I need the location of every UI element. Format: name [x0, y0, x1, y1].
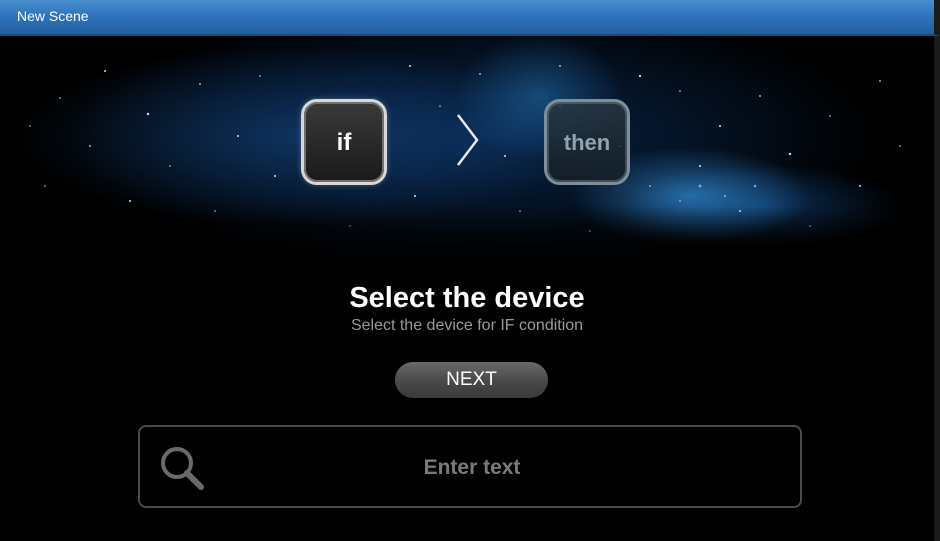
window-edge — [934, 36, 940, 541]
then-step[interactable]: then — [544, 99, 630, 185]
then-step-label: then — [563, 130, 611, 155]
space-banner: if then — [0, 36, 934, 276]
new-scene-window: New Scene if then Select the device Sele… — [0, 0, 940, 541]
chevron-right-icon — [457, 114, 479, 166]
window-title: New Scene — [17, 8, 89, 24]
page-title: Select the device — [349, 282, 585, 314]
next-button[interactable]: NEXT — [395, 362, 548, 398]
if-step-label: if — [336, 129, 352, 156]
page-subtitle: Select the device for IF condition — [350, 317, 584, 334]
search-box[interactable] — [138, 425, 802, 508]
search-icon — [161, 447, 204, 490]
title-bar: New Scene — [0, 0, 940, 36]
search-input[interactable] — [210, 447, 734, 489]
if-step[interactable]: if — [301, 99, 387, 185]
